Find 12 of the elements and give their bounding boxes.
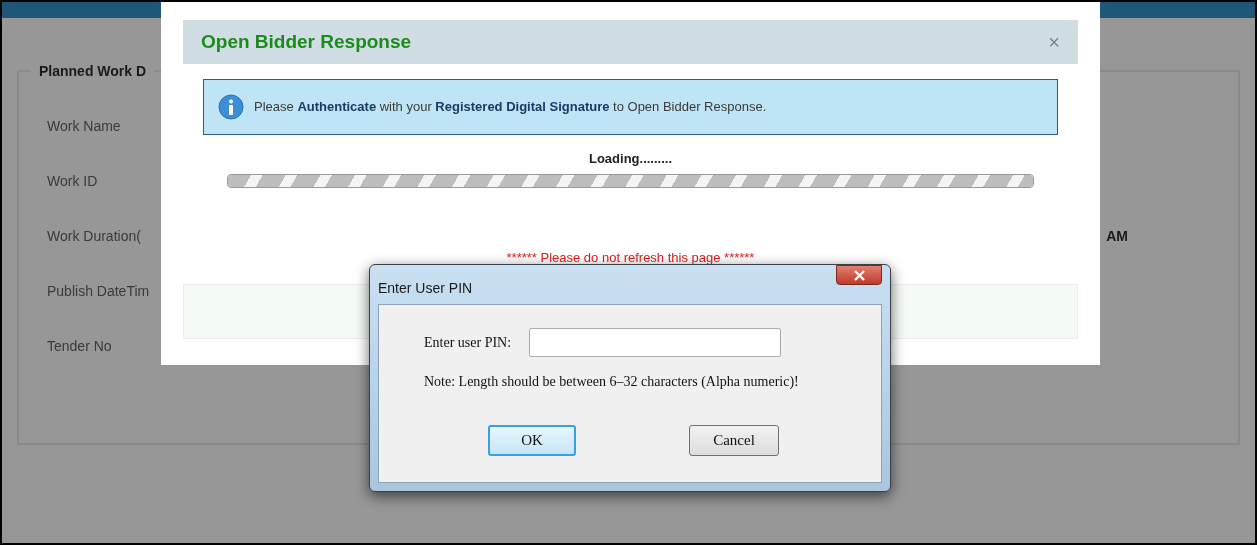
field-label: Work Duration(	[47, 226, 141, 246]
loading-text: Loading.........	[588, 150, 673, 168]
info-message: Please Authenticate with your Registered Digital Signature to Open Bidder Response.	[254, 98, 767, 117]
field-label: Work ID	[47, 171, 98, 191]
field-value: AM	[1106, 226, 1128, 246]
dialog-title: Enter User PIN	[378, 279, 473, 298]
field-label: Enter user PIN:	[424, 334, 512, 352]
field-label: Work Name	[47, 116, 121, 136]
note-text: Note: Length should be between 6–32 characters (Alpha numeric)!	[424, 373, 800, 391]
field-label: Publish DateTim	[47, 281, 150, 301]
modal-title: Open Bidder Response	[201, 29, 412, 54]
field-label: Tender No	[47, 336, 112, 356]
